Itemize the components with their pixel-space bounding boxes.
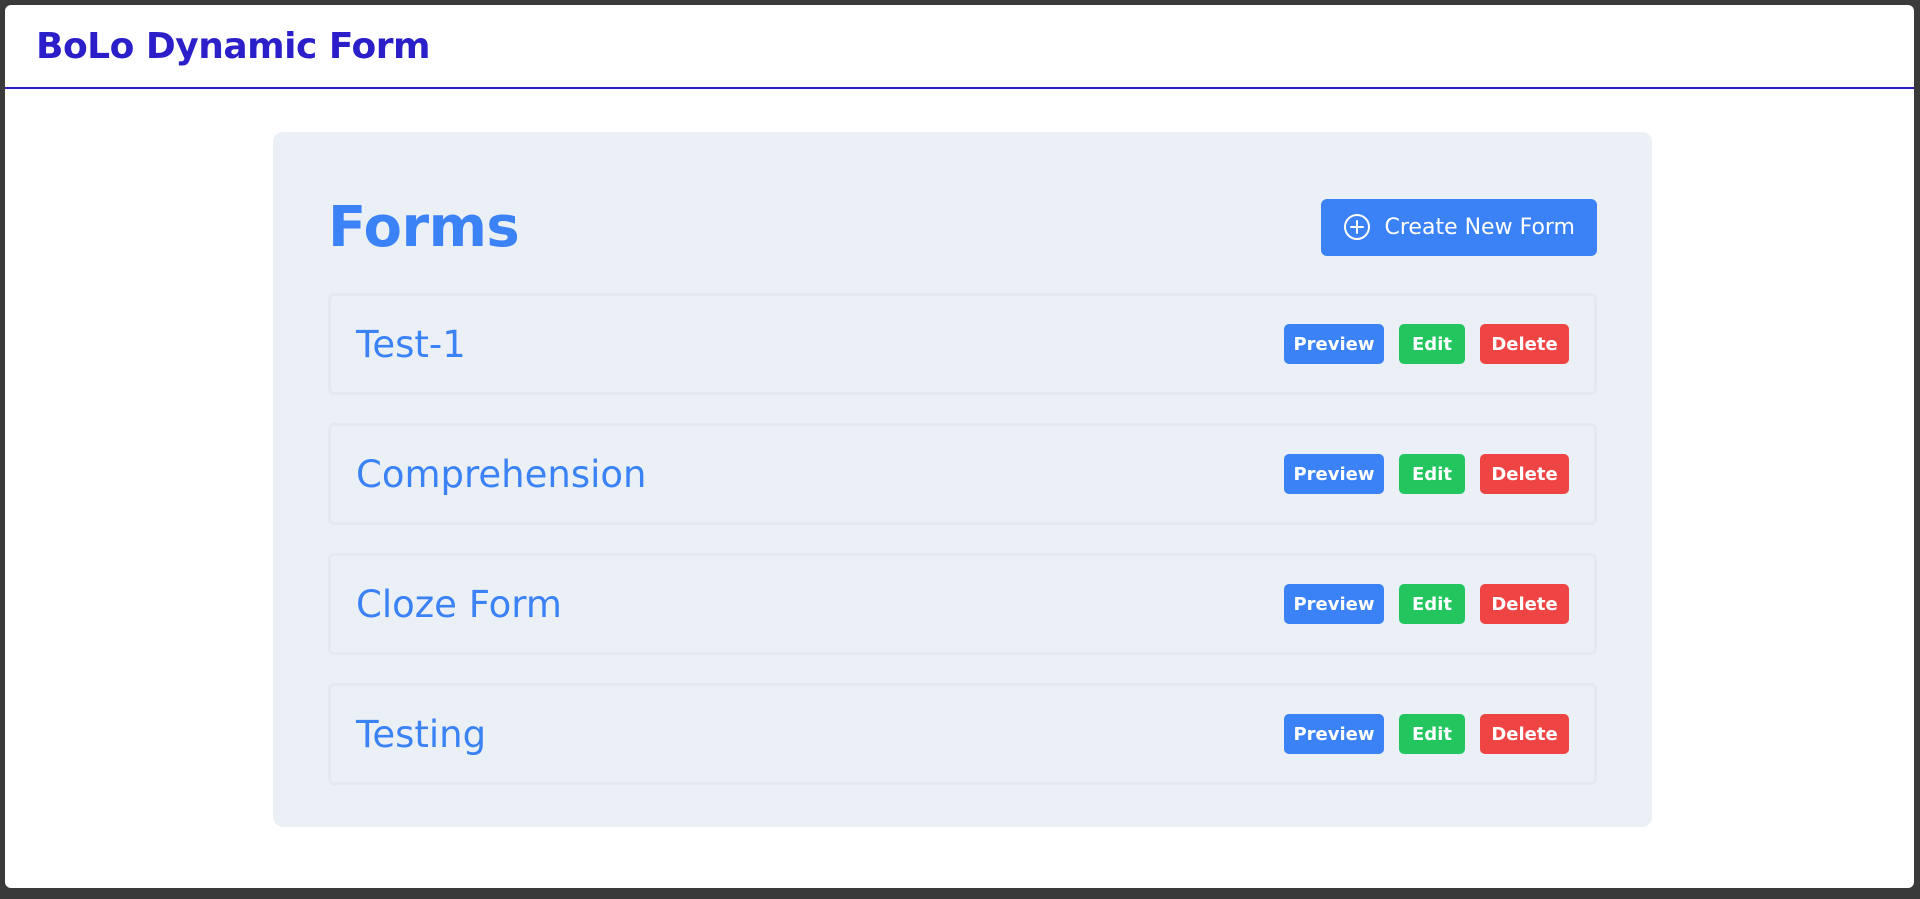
form-row: Test-1 Preview Edit Delete xyxy=(328,293,1597,395)
forms-panel: Forms Create New Form Test-1 Preview Edi… xyxy=(273,132,1652,827)
form-actions: Preview Edit Delete xyxy=(1284,714,1569,754)
form-name: Testing xyxy=(356,712,487,756)
preview-button[interactable]: Preview xyxy=(1284,454,1384,494)
forms-header: Forms Create New Form xyxy=(328,192,1597,262)
delete-button[interactable]: Delete xyxy=(1480,324,1569,364)
create-new-form-label: Create New Form xyxy=(1384,214,1576,240)
form-name: Comprehension xyxy=(356,452,647,496)
preview-button[interactable]: Preview xyxy=(1284,584,1384,624)
app-title[interactable]: BoLo Dynamic Form xyxy=(36,26,431,67)
plus-circle-icon xyxy=(1343,213,1371,241)
preview-button[interactable]: Preview xyxy=(1284,714,1384,754)
form-row: Comprehension Preview Edit Delete xyxy=(328,423,1597,525)
create-new-form-button[interactable]: Create New Form xyxy=(1320,198,1597,256)
delete-button[interactable]: Delete xyxy=(1480,714,1569,754)
delete-button[interactable]: Delete xyxy=(1480,584,1569,624)
edit-button[interactable]: Edit xyxy=(1399,324,1465,364)
form-row: Cloze Form Preview Edit Delete xyxy=(328,553,1597,655)
delete-button[interactable]: Delete xyxy=(1480,454,1569,494)
top-navbar: BoLo Dynamic Form xyxy=(5,5,1914,89)
app-window: BoLo Dynamic Form Forms Create New Form … xyxy=(5,5,1914,888)
form-list: Test-1 Preview Edit Delete Comprehension… xyxy=(328,293,1597,813)
form-actions: Preview Edit Delete xyxy=(1284,584,1569,624)
edit-button[interactable]: Edit xyxy=(1399,584,1465,624)
form-name: Test-1 xyxy=(356,322,466,366)
edit-button[interactable]: Edit xyxy=(1399,454,1465,494)
page-title: Forms xyxy=(328,194,520,260)
form-name: Cloze Form xyxy=(356,582,562,626)
form-row: Testing Preview Edit Delete xyxy=(328,683,1597,785)
form-actions: Preview Edit Delete xyxy=(1284,454,1569,494)
preview-button[interactable]: Preview xyxy=(1284,324,1384,364)
form-actions: Preview Edit Delete xyxy=(1284,324,1569,364)
edit-button[interactable]: Edit xyxy=(1399,714,1465,754)
